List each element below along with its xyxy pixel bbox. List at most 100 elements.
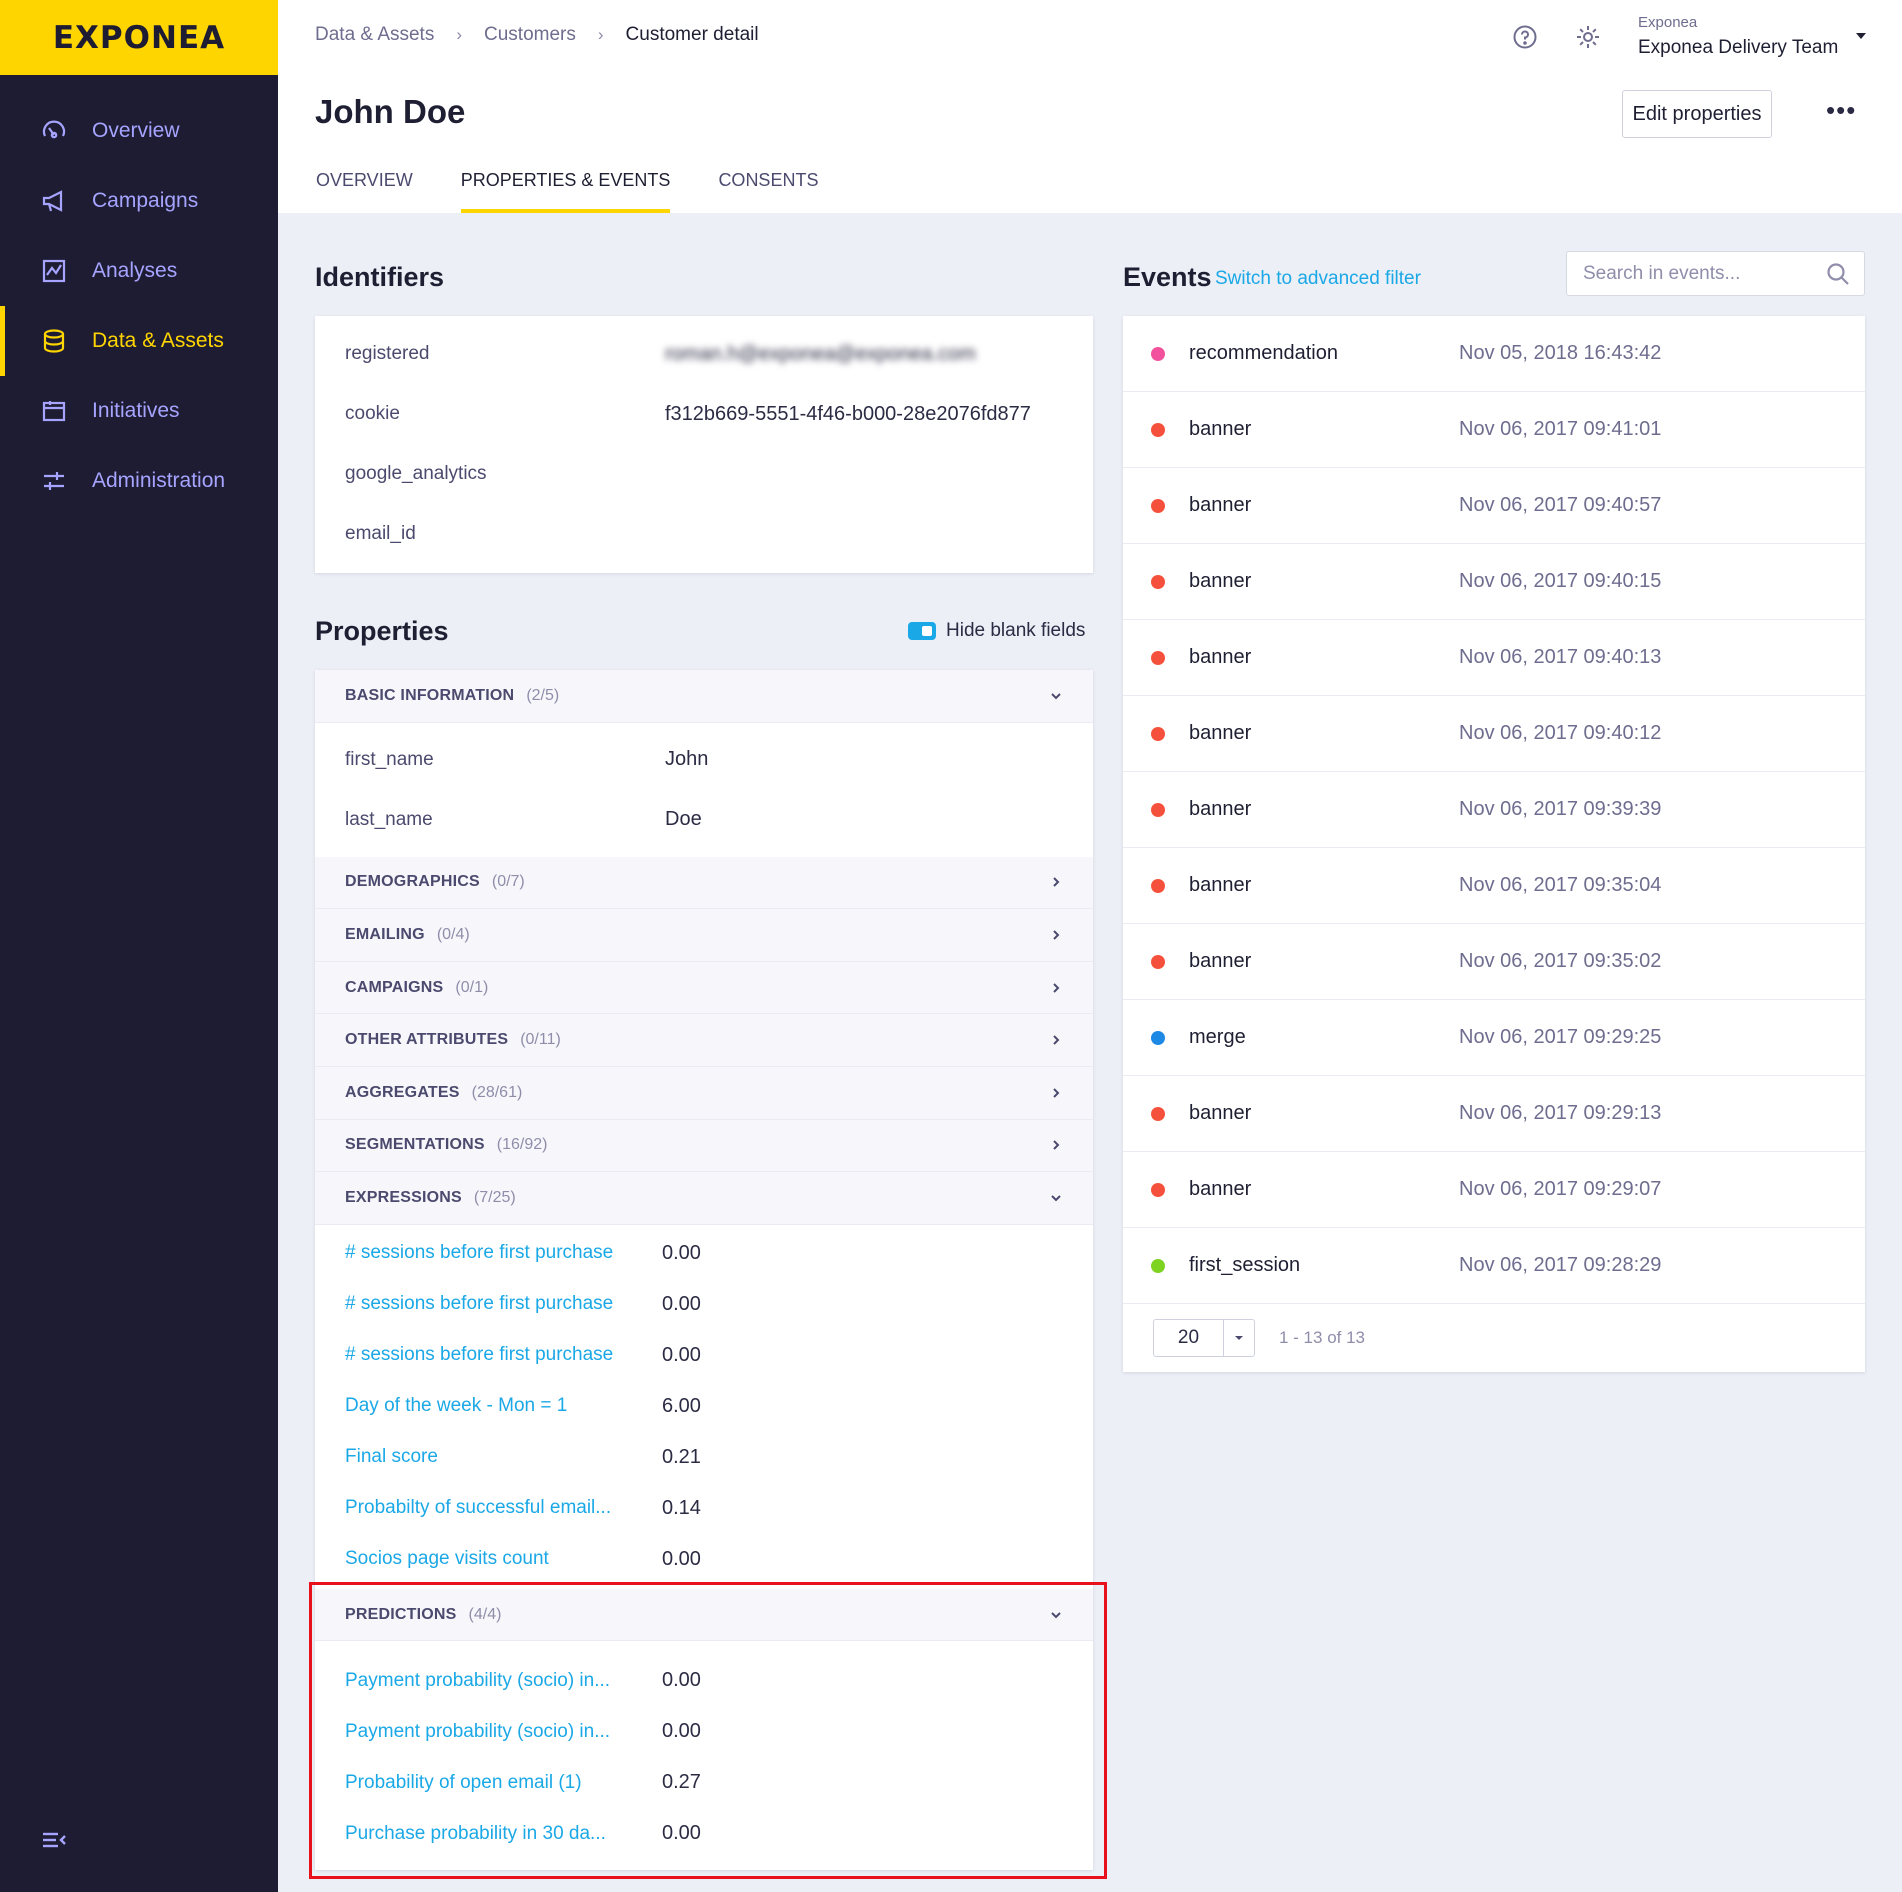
event-row[interactable]: banner Nov 06, 2017 09:40:13 (1123, 620, 1865, 696)
expression-link[interactable]: Probabilty of successful email... (345, 1497, 662, 1519)
chevron-right-icon[interactable] (1049, 1033, 1063, 1047)
event-name: banner (1189, 950, 1252, 972)
tab-properties-events[interactable]: PROPERTIES & EVENTS (460, 170, 670, 213)
group-segmentations[interactable]: SEGMENTATIONS (16/92) (315, 1119, 1093, 1173)
account-switcher[interactable]: Exponea Exponea Delivery Team (1638, 14, 1838, 59)
identifier-key: registered (345, 343, 430, 364)
caret-down-icon[interactable] (1856, 33, 1866, 39)
page-header: Data & Assets › Customers › Customer det… (278, 0, 1902, 213)
event-row[interactable]: banner Nov 06, 2017 09:40:12 (1123, 696, 1865, 772)
sidebar-item-administration[interactable]: Administration (0, 446, 278, 516)
event-row[interactable]: first_session Nov 06, 2017 09:28:29 (1123, 1228, 1865, 1304)
group-expressions[interactable]: EXPRESSIONS (7/25) (315, 1172, 1093, 1225)
breadcrumb: Data & Assets › Customers › Customer det… (315, 24, 759, 46)
sidebar-item-initiatives[interactable]: Initiatives (0, 376, 278, 446)
edit-properties-button[interactable]: Edit properties (1622, 90, 1772, 138)
prediction-link[interactable]: Probability of open email (1) (345, 1772, 662, 1794)
event-timestamp: Nov 06, 2017 09:41:01 (1459, 418, 1662, 440)
hide-blank-fields-toggle[interactable]: Hide blank fields (908, 620, 1085, 642)
event-timestamp: Nov 06, 2017 09:28:29 (1459, 1254, 1662, 1276)
help-icon[interactable] (1510, 20, 1540, 54)
events-card: recommendation Nov 05, 2018 16:43:42 banne… (1123, 316, 1865, 1372)
expression-link[interactable]: # sessions before first purchase (345, 1242, 662, 1264)
event-name: banner (1189, 1178, 1252, 1200)
group-other-attributes[interactable]: OTHER ATTRIBUTES (0/11) (315, 1014, 1093, 1067)
prediction-value: 0.00 (662, 1669, 701, 1692)
sidebar-item-label: Overview (92, 119, 180, 142)
event-row[interactable]: banner Nov 06, 2017 09:29:07 (1123, 1152, 1865, 1228)
chevron-down-icon[interactable] (1049, 689, 1063, 703)
page-size-select[interactable]: 20 (1153, 1319, 1255, 1357)
sidebar-item-campaigns[interactable]: Campaigns (0, 166, 278, 236)
expression-link[interactable]: Day of the week - Mon = 1 (345, 1395, 662, 1417)
group-predictions[interactable]: PREDICTIONS (4/4) (315, 1588, 1093, 1642)
collapse-menu-icon[interactable] (40, 1826, 68, 1854)
toggle-switch[interactable] (908, 622, 936, 640)
chevron-right-icon[interactable] (1049, 1086, 1063, 1100)
event-search-input[interactable] (1567, 262, 1807, 285)
expression-value: 0.00 (662, 1241, 701, 1264)
chevron-right-icon[interactable] (1049, 928, 1063, 942)
event-row[interactable]: banner Nov 06, 2017 09:29:13 (1123, 1076, 1865, 1152)
event-row[interactable]: merge Nov 06, 2017 09:29:25 (1123, 1000, 1865, 1076)
tab-consents[interactable]: CONSENTS (718, 170, 818, 213)
expression-link[interactable]: Socios page visits count (345, 1548, 662, 1570)
event-row[interactable]: banner Nov 06, 2017 09:40:15 (1123, 544, 1865, 620)
property-row-first-name: first_name John (315, 729, 1093, 790)
identifier-row-cookie: cookie f312b669-5551-4f46-b000-28e2076fd… (315, 384, 1093, 444)
expression-link[interactable]: Final score (345, 1446, 662, 1468)
sidebar-item-data-assets[interactable]: Data & Assets (0, 306, 278, 376)
group-demographics[interactable]: DEMOGRAPHICS (0/7) (315, 856, 1093, 910)
breadcrumb-customers[interactable]: Customers (484, 24, 576, 46)
search-icon[interactable] (1826, 262, 1850, 286)
expression-value: 6.00 (662, 1394, 701, 1417)
more-options-icon[interactable]: ••• (1826, 96, 1856, 124)
chevron-down-icon[interactable] (1049, 1191, 1063, 1205)
chevron-right-icon[interactable] (1049, 1138, 1063, 1152)
group-name: EMAILING (345, 925, 425, 943)
prediction-link[interactable]: Payment probability (socio) in... (345, 1721, 662, 1743)
event-row[interactable]: banner Nov 06, 2017 09:35:04 (1123, 848, 1865, 924)
account-name: Exponea Delivery Team (1638, 37, 1839, 58)
expression-link[interactable]: # sessions before first purchase (345, 1293, 662, 1315)
event-row[interactable]: banner Nov 06, 2017 09:35:02 (1123, 924, 1865, 1000)
group-aggregates[interactable]: AGGREGATES (28/61) (315, 1066, 1093, 1120)
event-timestamp: Nov 05, 2018 16:43:42 (1459, 342, 1662, 364)
gear-icon[interactable] (1573, 20, 1603, 54)
group-emailing[interactable]: EMAILING (0/4) (315, 909, 1093, 962)
event-status-dot-icon (1151, 574, 1165, 589)
identifiers-card: registered roman.h@exponea@exponea.com c… (315, 316, 1093, 573)
caret-down-icon[interactable] (1224, 1334, 1254, 1342)
chevron-right-icon[interactable] (1049, 981, 1063, 995)
group-campaigns[interactable]: CAMPAIGNS (0/1) (315, 961, 1093, 1015)
sidebar-item-label: Analyses (92, 259, 178, 282)
event-name: banner (1189, 874, 1252, 896)
sidebar-item-overview[interactable]: Overview (0, 96, 278, 166)
event-status-dot-icon (1151, 422, 1165, 437)
event-status-dot-icon (1151, 1258, 1165, 1273)
chevron-down-icon[interactable] (1049, 1608, 1063, 1622)
event-row[interactable]: banner Nov 06, 2017 09:40:57 (1123, 468, 1865, 544)
event-status-dot-icon (1151, 1030, 1165, 1045)
expression-link[interactable]: # sessions before first purchase (345, 1344, 662, 1366)
identifier-row-google-analytics: google_analytics (315, 444, 1093, 504)
prediction-row: Payment probability (socio) in... 0.00 (315, 1655, 1093, 1707)
event-row[interactable]: recommendation Nov 05, 2018 16:43:42 (1123, 316, 1865, 392)
breadcrumb-data-assets[interactable]: Data & Assets (315, 24, 434, 46)
expression-value: 0.00 (662, 1292, 701, 1315)
sidebar-item-analyses[interactable]: Analyses (0, 236, 278, 306)
event-row[interactable]: banner Nov 06, 2017 09:41:01 (1123, 392, 1865, 468)
prediction-link[interactable]: Payment probability (socio) in... (345, 1670, 662, 1692)
prediction-link[interactable]: Purchase probability in 30 da... (345, 1823, 662, 1845)
exponea-logo[interactable]: EXPONEA (53, 20, 225, 56)
breadcrumb-customer-detail: Customer detail (625, 24, 759, 45)
tab-overview[interactable]: OVERVIEW (316, 170, 413, 213)
advanced-filter-link[interactable]: Switch to advanced filter (1215, 268, 1421, 290)
event-row[interactable]: banner Nov 06, 2017 09:39:39 (1123, 772, 1865, 848)
group-basic-information[interactable]: BASIC INFORMATION (2/5) (315, 670, 1093, 723)
event-timestamp: Nov 06, 2017 09:40:15 (1459, 570, 1662, 592)
group-name: SEGMENTATIONS (345, 1136, 485, 1154)
event-search (1566, 251, 1865, 296)
chevron-right-icon[interactable] (1049, 875, 1063, 889)
group-name: AGGREGATES (345, 1083, 460, 1101)
